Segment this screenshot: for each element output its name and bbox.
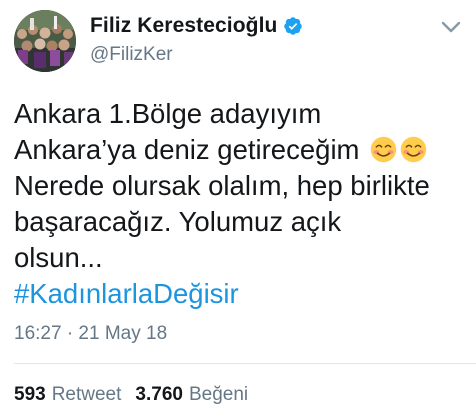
avatar-crowd-photo-icon [14, 10, 76, 72]
author-avatar[interactable] [14, 10, 76, 72]
tweet-text-line: olsun... [14, 242, 103, 273]
tweet-card: Filiz Kerestecioğlu @FilizKer Ankara 1.B… [0, 0, 476, 414]
tweet-text-line: Ankara 1.Bölge adayıyım [14, 98, 322, 129]
tweet-text-line: Nerede olursak olalım, hep birlikte [14, 170, 430, 201]
retweets-count: 593 [14, 384, 46, 405]
chevron-down-icon[interactable] [440, 18, 462, 36]
likes-label: Beğeni [188, 384, 249, 405]
smiling-face-emoji-icon [400, 136, 427, 163]
retweets-stat[interactable]: 593 Retweet [14, 384, 121, 406]
tweet-text: Ankara 1.Bölge adayıyım Ankara’ya deniz … [14, 96, 464, 312]
author-name-row: Filiz Kerestecioğlu [90, 14, 303, 38]
hashtag-line: #KadınlarlaDeğisir [14, 276, 464, 312]
likes-stat[interactable]: 3.760 Beğeni [135, 384, 248, 406]
tweet-text-line-with-emoji: Ankara’ya deniz getireceğim [14, 132, 464, 168]
tweet-text-line: başaracağız. Yolumuz açık [14, 206, 342, 237]
tweet-stats: 593 Retweet 3.760 Beğeni [14, 384, 248, 406]
verified-badge-icon [283, 16, 303, 36]
author-display-name[interactable]: Filiz Kerestecioğlu [90, 14, 277, 38]
hashtag-link[interactable]: #KadınlarlaDeğisir [14, 278, 239, 309]
tweet-text-line: Ankara’ya deniz getireceğim [14, 134, 360, 165]
author-handle[interactable]: @FilizKer [90, 44, 173, 66]
likes-count: 3.760 [135, 384, 183, 405]
divider [14, 363, 476, 364]
tweet-timestamp[interactable]: 16:27 · 21 May 18 [14, 323, 167, 345]
retweets-label: Retweet [51, 384, 122, 405]
smiling-face-emoji-icon [370, 136, 397, 163]
